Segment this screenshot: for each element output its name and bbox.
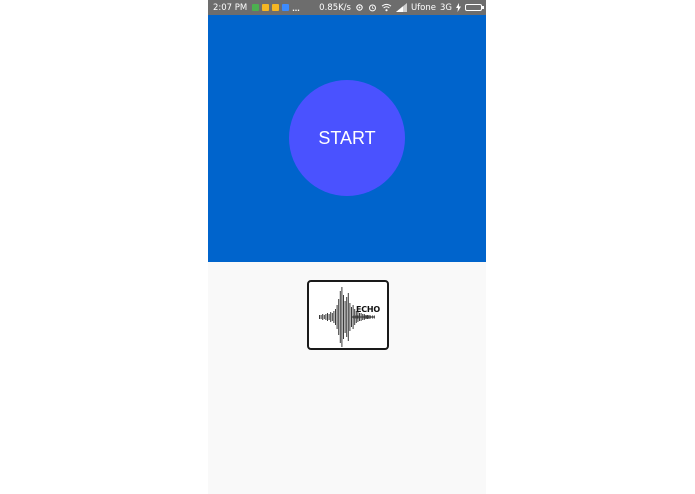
carrier-name: Ufone	[410, 2, 436, 13]
notification-icons	[252, 4, 290, 11]
start-button[interactable]: START	[289, 80, 405, 196]
echo-logo: ECHO	[307, 280, 389, 350]
status-right: 0.85K/s Ufone 3G	[319, 0, 484, 15]
status-time: 2:07 PM	[213, 2, 248, 13]
status-bar: 2:07 PM ... 0.85K/s Ufone 3G	[208, 0, 486, 15]
signal-icon	[395, 3, 407, 12]
record-panel: START	[208, 15, 486, 262]
app-notification-icon	[272, 4, 280, 11]
more-notifications-icon: ...	[292, 2, 300, 13]
sound-wave-icon	[319, 287, 375, 347]
battery-saver-notification-icon	[252, 4, 260, 11]
wifi-icon	[381, 3, 392, 12]
cloud-notification-icon	[282, 4, 290, 11]
battery-icon	[465, 4, 484, 11]
logo-panel: ECHO	[208, 262, 486, 494]
sync-icon	[355, 3, 364, 12]
app-notification-icon	[262, 4, 270, 11]
network-type: 3G	[440, 2, 452, 13]
logo-text: ECHO	[356, 305, 381, 314]
charging-icon	[456, 3, 461, 12]
phone-screen: 2:07 PM ... 0.85K/s Ufone 3G START ECHO	[208, 0, 486, 494]
alarm-icon	[368, 3, 377, 12]
network-speed: 0.85K/s	[319, 2, 351, 13]
